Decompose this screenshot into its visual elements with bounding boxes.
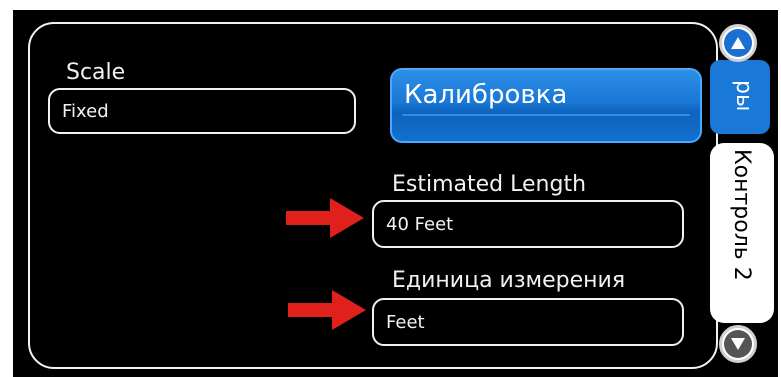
scale-field[interactable]: Fixed [48,88,356,134]
calibration-button[interactable]: Калибровка [390,68,702,143]
settings-panel: Scale Fixed Калибровка Estimated Length … [28,22,718,369]
scale-label: Scale [66,60,126,85]
scroll-up-button[interactable] [719,24,757,62]
units-field[interactable]: Feet [372,298,684,346]
device-screen: Scale Fixed Калибровка Estimated Length … [13,10,778,377]
tab-control-2[interactable]: Контроль 2 [710,143,774,323]
arrow-down-circle-icon [724,330,752,358]
estimated-length-field[interactable]: 40 Feet [372,200,684,248]
estimated-length-label: Estimated Length [392,172,587,197]
arrow-up-circle-icon [724,29,752,57]
tab-active[interactable]: ры [710,60,770,134]
units-label: Единица измерения [392,268,626,293]
tab-active-label: ры [731,80,756,112]
red-arrow-icon [286,198,364,238]
scroll-down-button[interactable] [719,325,757,363]
red-arrow-icon [288,290,366,330]
tab-control-label: Контроль 2 [729,149,754,281]
